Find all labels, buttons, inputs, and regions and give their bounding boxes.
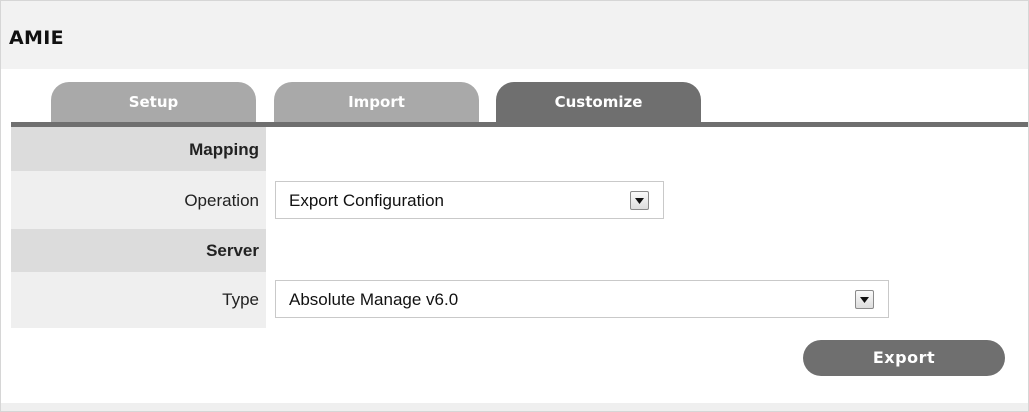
operation-select[interactable]: Export Configuration: [275, 181, 664, 219]
server-section-label: Server: [206, 241, 259, 260]
type-label: Type: [222, 290, 259, 309]
page-title: AMIE: [9, 27, 64, 49]
chevron-down-icon[interactable]: [855, 290, 874, 309]
type-select-value: Absolute Manage v6.0: [289, 290, 459, 309]
bottom-divider: [1, 403, 1028, 411]
mapping-section-header: Mapping: [11, 127, 266, 171]
type-label-cell: Type: [11, 272, 266, 328]
amie-panel: AMIE Setup Import Customize Mapping Oper…: [0, 0, 1029, 412]
title-bar: AMIE: [1, 1, 1028, 69]
operation-label: Operation: [184, 191, 259, 210]
type-select[interactable]: Absolute Manage v6.0: [275, 280, 889, 318]
server-section-header: Server: [11, 229, 266, 272]
mapping-section-label: Mapping: [189, 140, 259, 159]
chevron-down-icon[interactable]: [630, 191, 649, 210]
export-button[interactable]: Export: [803, 340, 1005, 376]
operation-label-cell: Operation: [11, 171, 266, 229]
tab-customize[interactable]: Customize: [496, 82, 701, 122]
operation-select-value: Export Configuration: [289, 191, 444, 210]
tab-setup[interactable]: Setup: [51, 82, 256, 122]
tab-import[interactable]: Import: [274, 82, 479, 122]
